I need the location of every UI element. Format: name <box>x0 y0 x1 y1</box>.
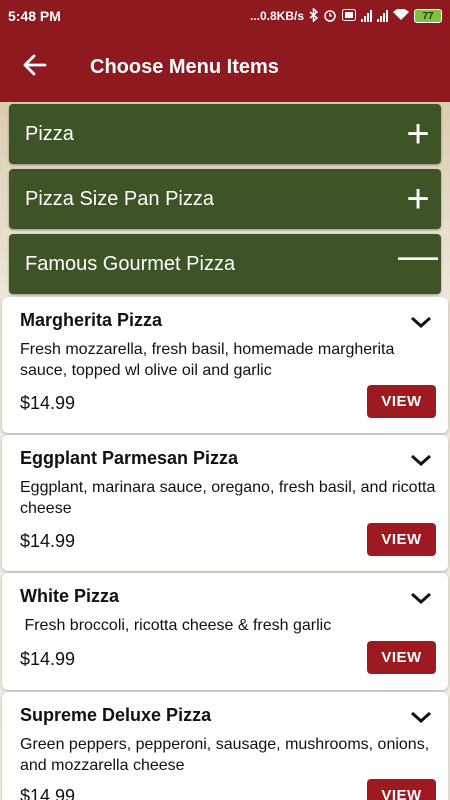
plus-icon[interactable]: + <box>395 179 441 219</box>
item-price: $14.99 <box>20 531 76 551</box>
chevron-down-icon[interactable] <box>410 315 432 333</box>
menu-item-card: Supreme Deluxe Pizza Green peppers, pepp… <box>2 692 448 800</box>
menu-item-card: Margherita Pizza Fresh mozzarella, fresh… <box>2 297 448 433</box>
net-speed: ...0.8KB/s <box>249 9 304 23</box>
status-icons: ...0.8KB/s 77 <box>249 6 442 25</box>
item-description: Green peppers, pepperoni, sausage, mushr… <box>20 736 430 774</box>
app-bar: Choose Menu Items <box>0 32 450 102</box>
menu-item-card: White Pizza Fresh broccoli, ricotta chee… <box>2 573 448 690</box>
item-name: Supreme Deluxe Pizza <box>20 705 212 725</box>
arrow-left-icon <box>23 51 47 83</box>
item-description: Fresh mozzarella, fresh basil, homemade … <box>20 341 395 379</box>
view-button[interactable]: VIEW <box>367 641 436 674</box>
item-price: $14.99 <box>20 393 76 413</box>
signal-icon <box>377 10 388 22</box>
chevron-down-icon[interactable] <box>410 591 432 609</box>
bluetooth-icon <box>309 6 319 25</box>
category-pizza[interactable]: Pizza + <box>9 104 441 164</box>
chevron-down-icon[interactable] <box>410 453 432 471</box>
view-button[interactable]: VIEW <box>367 523 436 556</box>
item-name: Eggplant Parmesan Pizza <box>20 448 239 468</box>
category-gourmet-pizza[interactable]: Famous Gourmet Pizza — <box>9 234 441 294</box>
item-description: Fresh broccoli, ricotta cheese & fresh g… <box>20 617 332 634</box>
status-time: 5:48 PM <box>8 8 61 24</box>
item-description: Eggplant, marinara sauce, oregano, fresh… <box>20 479 436 517</box>
category-label: Pizza <box>25 122 74 145</box>
category-pan-pizza[interactable]: Pizza Size Pan Pizza + <box>9 169 441 229</box>
alarm-icon <box>323 8 337 25</box>
back-button[interactable] <box>0 32 70 102</box>
minus-icon[interactable]: — <box>395 236 441 276</box>
chevron-down-icon[interactable] <box>410 710 432 728</box>
menu-item-card: Eggplant Parmesan Pizza Eggplant, marina… <box>2 435 448 571</box>
plus-icon[interactable]: + <box>395 114 441 154</box>
view-button[interactable]: VIEW <box>367 385 436 418</box>
view-button[interactable]: VIEW <box>367 779 436 800</box>
item-price: $14.99 <box>20 786 76 800</box>
item-name: Margherita Pizza <box>20 310 163 330</box>
item-price: $14.99 <box>20 649 76 669</box>
signal-4g-icon <box>361 10 372 22</box>
status-bar: 5:48 PM ...0.8KB/s 77 <box>0 0 450 32</box>
item-name: White Pizza <box>20 586 120 606</box>
battery-icon: 77 <box>414 9 442 23</box>
volte-icon <box>342 8 356 24</box>
category-label: Famous Gourmet Pizza <box>25 252 236 275</box>
category-label: Pizza Size Pan Pizza <box>25 187 214 210</box>
page-title: Choose Menu Items <box>90 55 279 78</box>
wifi-icon <box>393 8 409 24</box>
